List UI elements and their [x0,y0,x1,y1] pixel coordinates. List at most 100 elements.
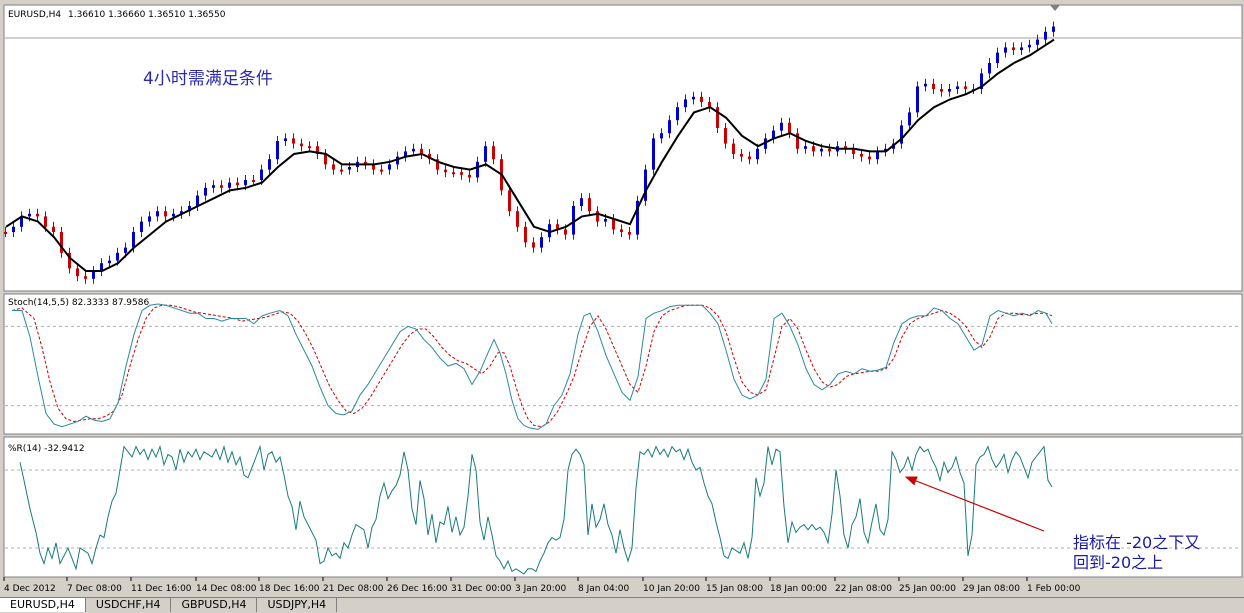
wpr-annotation-line-2: 回到-20之上 [1073,553,1163,572]
time-axis-label: 25 Jan 00:00 [899,584,956,594]
candle-down [4,232,7,234]
candle-up [228,182,231,188]
time-axis-label: 3 Jan 20:00 [515,584,567,594]
symbol-tab-bar: EURUSD,H4 USDCHF,H4 GBPUSD,H4 USDJPY,H4 [0,597,1244,613]
time-axis-label: 21 Dec 08:00 [323,584,384,594]
candle-down [220,185,223,188]
candle-down [588,198,591,212]
candle-down [292,138,295,144]
time-axis-label: 14 Dec 08:00 [196,584,257,594]
candle-down [516,211,519,227]
candle-up [156,211,159,217]
candle-up [1044,31,1047,40]
candle-up [92,271,95,279]
candle-up [12,226,15,232]
candle-down [628,232,631,235]
candle-down [828,148,831,152]
candle-down [380,169,383,172]
candle-up [412,148,415,152]
candle-down [940,89,943,92]
candle-up [660,133,663,139]
tab-usdchf-h4[interactable]: USDCHF,H4 [85,598,172,612]
candle-down [340,169,343,172]
candle-up [988,63,991,74]
candle-up [116,252,119,261]
candle-down [788,122,791,134]
price-panel [3,4,1243,292]
time-axis-label: 7 Dec 08:00 [67,584,122,594]
candle-down [740,154,743,157]
candle-up [580,198,583,206]
candle-down [164,211,167,217]
candle-down [84,276,87,279]
time-axis-label: 26 Dec 16:00 [387,584,448,594]
candle-down [508,190,511,212]
time-axis-label: 8 Jan 04:00 [578,584,630,594]
candle-up [1004,47,1007,53]
candle-up [652,138,655,170]
time-axis-label: 11 Dec 16:00 [131,584,192,594]
candle-up [996,52,999,63]
candle-down [868,156,871,160]
time-axis-label: 22 Jan 08:00 [835,584,892,594]
candle-up [876,151,879,160]
candle-up [948,89,951,92]
chart-canvas: EURUSD,H4 1.36610 1.36660 1.36510 1.3655… [3,4,1243,594]
time-axis-label: 18 Jan 00:00 [770,584,827,594]
candle-down [300,143,303,147]
candle-up [348,167,351,170]
candle-up [212,185,215,188]
wpr-panel [3,436,1243,578]
candle-up [692,96,695,100]
candle-down [620,229,623,232]
candle-down [564,229,567,235]
time-axis-label: 18 Dec 16:00 [259,584,320,594]
candle-down [308,146,311,149]
time-axis-label: 4 Dec 2012 [4,584,56,594]
candle-up [1052,26,1055,32]
candle-down [36,213,39,217]
candle-up [780,122,783,131]
candle-up [268,159,271,170]
wpr-panel-title: %R(14) -32.9412 [8,444,85,454]
tab-eurusd-h4[interactable]: EURUSD,H4 [0,598,86,612]
candle-up [676,107,679,121]
candle-up [124,247,127,253]
candle-up [276,141,279,160]
candle-up [604,219,607,222]
candle-up [684,99,687,108]
candle-down [324,154,327,165]
tab-gbpusd-h4[interactable]: GBPUSD,H4 [171,598,258,612]
candle-down [492,146,495,160]
candle-down [812,146,815,152]
candle-down [444,169,447,173]
ohlc-readout: 1.36610 1.36660 1.36510 1.36550 [68,10,226,20]
time-axis-label: 10 Jan 20:00 [643,584,700,594]
candle-up [28,213,31,217]
candle-up [172,213,175,217]
candle-up [108,260,111,264]
candle-down [236,182,239,186]
candle-up [644,169,647,201]
candle-up [140,221,143,232]
candle-up [484,146,487,162]
candle-up [820,148,823,152]
time-axis-label: 29 Jan 08:00 [963,584,1020,594]
candle-up [1020,47,1023,50]
tab-usdjpy-h4[interactable]: USDJPY,H4 [257,598,338,612]
candle-down [732,143,735,154]
candle-up [804,146,807,149]
condition-annotation: 4小时需满足条件 [143,69,273,89]
candle-up [540,237,543,248]
candle-down [52,226,55,232]
candle-down [860,154,863,157]
candle-up [956,86,959,89]
price-panel-title: EURUSD,H4 [8,10,61,20]
candle-down [252,180,255,182]
candle-up [148,216,151,222]
candle-up [1028,44,1031,48]
candle-up [476,161,479,178]
stoch-panel-title: Stoch(14,5,5) 82.3333 87.9586 [8,298,149,308]
candle-down [612,219,615,230]
candle-down [700,96,703,102]
